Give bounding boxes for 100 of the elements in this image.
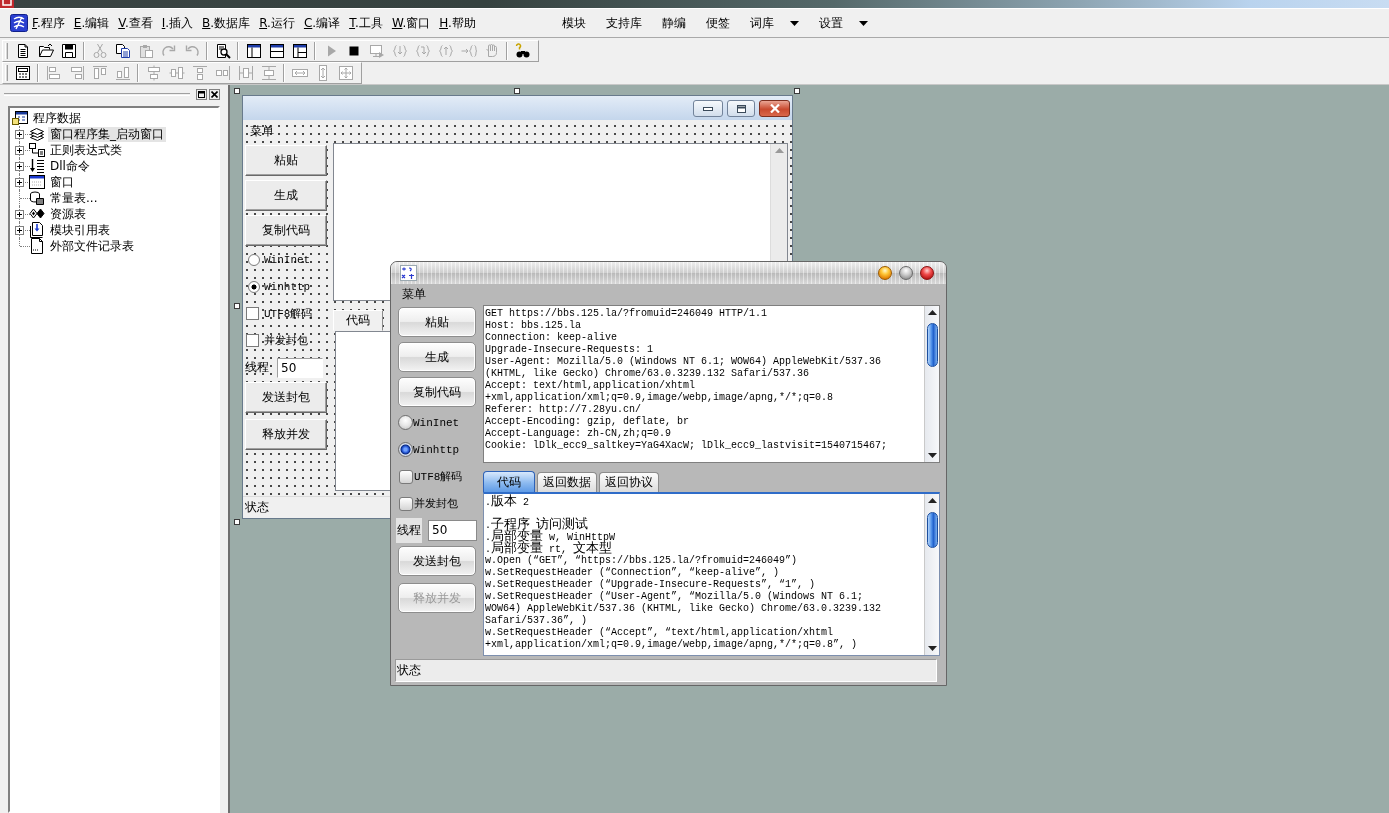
radio-label[interactable]: WinInet bbox=[264, 253, 311, 266]
down-arrow-icon[interactable] bbox=[927, 453, 937, 458]
menu-item[interactable]: 菜单 bbox=[250, 122, 274, 140]
menu-item[interactable]: C.编译 bbox=[303, 15, 341, 31]
code-line: w.SetRequestHeader (“User-Agent”, “Mozilla/5.0 (Windows NT 6.1; bbox=[485, 591, 865, 603]
thread-input[interactable]: 50 bbox=[428, 519, 477, 541]
menu-item[interactable]: I.插入 bbox=[161, 15, 194, 31]
maximize-button[interactable] bbox=[899, 266, 913, 280]
up-arrow-icon[interactable] bbox=[927, 498, 937, 503]
maximize-button[interactable] bbox=[727, 100, 755, 117]
menu-item[interactable]: 静编 bbox=[662, 15, 686, 31]
checkbox-label[interactable]: UTF8解码 bbox=[414, 469, 463, 484]
restore-button[interactable] bbox=[196, 88, 207, 100]
tab[interactable]: 代码 bbox=[483, 471, 535, 492]
tree-item[interactable]: 窗口 bbox=[48, 174, 76, 190]
checkbox[interactable] bbox=[246, 334, 259, 347]
code-field[interactable] bbox=[483, 492, 940, 656]
close-button[interactable] bbox=[920, 266, 934, 280]
thread-input[interactable]: 50 bbox=[277, 357, 323, 378]
resize-handle[interactable] bbox=[514, 88, 520, 94]
menu-item[interactable]: 支持库 bbox=[606, 15, 642, 31]
radio-button[interactable] bbox=[398, 415, 413, 430]
thread-label: 线程 bbox=[396, 517, 422, 543]
form-button[interactable]: 复制代码 bbox=[398, 377, 476, 407]
tree-item[interactable]: 常量表... bbox=[48, 190, 100, 206]
scrollbar-thumb[interactable] bbox=[926, 323, 938, 367]
menu-item[interactable]: R.运行 bbox=[259, 15, 295, 31]
resize-handle[interactable] bbox=[794, 88, 800, 94]
menu-item[interactable]: W.窗口 bbox=[391, 15, 431, 31]
checkbox-label[interactable]: UTF8解码 bbox=[264, 306, 313, 321]
scrollbar[interactable] bbox=[924, 494, 939, 655]
down-arrow-icon[interactable] bbox=[927, 646, 937, 651]
plus-box-icon[interactable] bbox=[15, 161, 24, 171]
tab[interactable]: 代码 bbox=[333, 310, 383, 331]
scrollbar[interactable] bbox=[924, 306, 939, 462]
form-button[interactable]: 发送封包 bbox=[398, 546, 476, 576]
minimize-button[interactable] bbox=[693, 100, 723, 117]
form-button[interactable]: 生成 bbox=[245, 180, 327, 211]
align-icon bbox=[114, 65, 131, 81]
text-line: User-Agent: Mozilla/5.0 (Windows NT 6.1; WOW64) AppleWebKit/537.36 bbox=[485, 356, 883, 368]
form-button[interactable]: 释放并发 bbox=[245, 419, 327, 450]
tree-item[interactable]: 外部文件记录表 bbox=[48, 238, 136, 254]
plus-box-icon[interactable] bbox=[15, 177, 24, 187]
code-line: WOW64) AppleWebKit/537.36 (KHTML, like Gecko) Chrome/63.0.3239.132 bbox=[485, 603, 883, 615]
menu-item[interactable]: 模块 bbox=[562, 15, 586, 31]
radio-button[interactable] bbox=[248, 253, 260, 266]
checkbox[interactable] bbox=[246, 307, 259, 320]
scrollbar-thumb[interactable] bbox=[926, 512, 938, 548]
menu-item[interactable]: B.数据库 bbox=[202, 15, 251, 31]
tree-item[interactable]: Dll命令 bbox=[48, 158, 92, 174]
checkbox-label[interactable]: 并发封包 bbox=[264, 333, 308, 348]
form-button[interactable]: 复制代码 bbox=[245, 215, 327, 246]
menu-item[interactable]: V.查看 bbox=[118, 15, 153, 31]
toolbar-grip[interactable] bbox=[5, 65, 8, 81]
checkbox[interactable] bbox=[399, 496, 413, 511]
radio-label[interactable]: Winhttp bbox=[413, 443, 460, 456]
minimize-button[interactable] bbox=[878, 266, 892, 280]
menu-item[interactable]: 菜单 bbox=[402, 286, 426, 303]
radio-label[interactable]: Winhttp bbox=[264, 280, 311, 293]
plus-box-icon[interactable] bbox=[15, 209, 24, 219]
menu-item[interactable]: 设置 bbox=[819, 15, 868, 31]
resize-handle[interactable] bbox=[234, 88, 240, 94]
table-icon bbox=[12, 110, 28, 126]
menu-item[interactable]: 便签 bbox=[706, 15, 730, 31]
plus-box-icon[interactable] bbox=[15, 145, 24, 155]
menu-item[interactable]: E.编辑 bbox=[73, 15, 110, 31]
radio-button[interactable] bbox=[248, 280, 260, 293]
stack-icon bbox=[214, 65, 231, 81]
toolbar-grip[interactable] bbox=[5, 43, 8, 59]
close-button[interactable] bbox=[209, 88, 220, 100]
text-line: Upgrade-Insecure-Requests: 1 bbox=[485, 344, 655, 356]
cylinders-icon bbox=[29, 190, 45, 206]
menu-item[interactable]: H.帮助 bbox=[439, 15, 476, 31]
tree-item[interactable]: 程序数据 bbox=[31, 110, 83, 126]
resize-handle[interactable] bbox=[234, 519, 240, 525]
menu-item[interactable]: F.程序 bbox=[32, 15, 65, 31]
scissors-icon bbox=[91, 43, 108, 59]
tree-item[interactable]: 窗口程序集_启动窗口 bbox=[48, 126, 166, 142]
menu-item[interactable]: 词库 bbox=[750, 15, 799, 31]
form-button[interactable]: 粘贴 bbox=[398, 307, 476, 337]
up-arrow-icon[interactable] bbox=[927, 310, 937, 315]
tab[interactable]: 返回数据 bbox=[537, 472, 597, 492]
close-button[interactable] bbox=[759, 100, 790, 117]
text-area-field[interactable] bbox=[483, 305, 940, 463]
tree-item[interactable]: 模块引用表 bbox=[48, 222, 112, 238]
form-button[interactable]: 粘贴 bbox=[245, 145, 327, 176]
radio-button[interactable] bbox=[398, 442, 413, 457]
resize-handle[interactable] bbox=[234, 303, 240, 309]
form-button[interactable]: 发送封包 bbox=[245, 382, 327, 413]
plus-box-icon[interactable] bbox=[15, 129, 24, 139]
tab[interactable]: 返回协议 bbox=[599, 472, 659, 492]
checkbox-label[interactable]: 并发封包 bbox=[414, 496, 458, 511]
form-button[interactable]: 生成 bbox=[398, 342, 476, 372]
tree-item[interactable]: 资源表 bbox=[48, 206, 88, 222]
checkbox[interactable] bbox=[399, 469, 413, 484]
menu-item[interactable]: T.工具 bbox=[349, 15, 383, 31]
monitor-icon bbox=[368, 43, 385, 59]
tree-item[interactable]: 正则表达式类 bbox=[48, 142, 124, 158]
plus-box-icon[interactable] bbox=[15, 225, 24, 235]
radio-label[interactable]: WinInet bbox=[413, 416, 460, 429]
